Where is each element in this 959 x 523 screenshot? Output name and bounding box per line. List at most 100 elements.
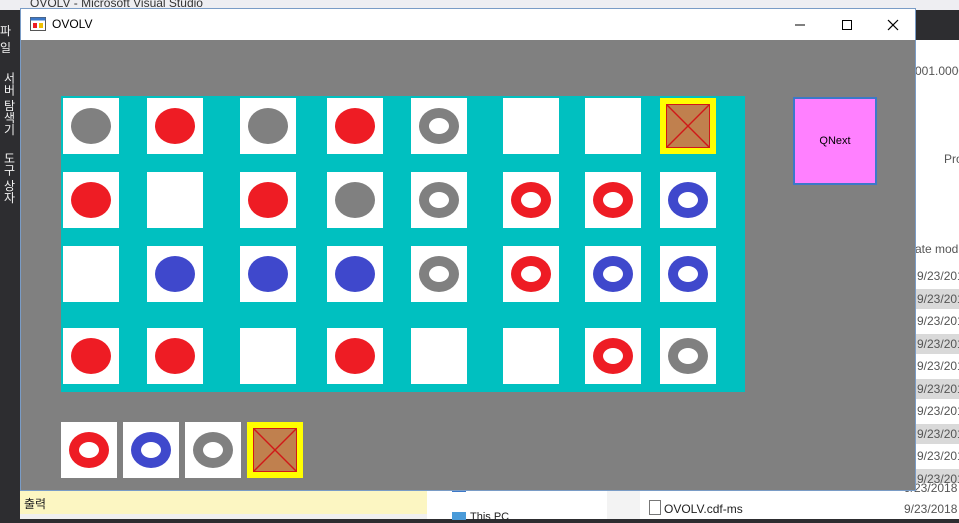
board-cell[interactable] <box>411 328 467 384</box>
tray-cell[interactable] <box>185 422 241 478</box>
maximize-button[interactable] <box>824 9 870 40</box>
board-cell[interactable] <box>411 172 467 228</box>
tray-cell[interactable] <box>247 422 303 478</box>
board-cell[interactable] <box>63 98 119 154</box>
game-board <box>61 96 745 392</box>
board-cell[interactable] <box>327 246 383 302</box>
red-disc-piece <box>155 108 195 144</box>
board-cell[interactable] <box>240 328 296 384</box>
ring-hole <box>429 118 449 134</box>
board-cell[interactable] <box>585 98 641 154</box>
gray-ring-piece <box>419 256 459 292</box>
red-ring-piece <box>511 182 551 218</box>
explorer-date-row[interactable]: 9/23/2018 <box>915 356 959 376</box>
maximize-icon <box>842 20 852 30</box>
qnext-button[interactable]: QNext <box>793 97 877 185</box>
board-cell[interactable] <box>503 172 559 228</box>
blue-ring-piece <box>131 432 171 468</box>
board-cell[interactable] <box>503 98 559 154</box>
board-cell[interactable] <box>147 246 203 302</box>
gray-disc-piece <box>248 108 288 144</box>
red-disc-piece <box>71 182 111 218</box>
board-cell[interactable] <box>503 328 559 384</box>
board-cell[interactable] <box>327 98 383 154</box>
explorer-date-cell: 9/23/2018 <box>917 314 959 328</box>
explorer-date-row[interactable]: 9/23/2018 <box>915 401 959 421</box>
explorer-date-row[interactable]: 9/23/2018 <box>915 378 959 399</box>
gray-ring-piece <box>668 338 708 374</box>
explorer-date-row[interactable]: 9/23/2018 <box>915 423 959 444</box>
ring-hole <box>603 266 623 282</box>
board-cell[interactable] <box>411 246 467 302</box>
red-disc-piece <box>335 108 375 144</box>
red-disc-piece <box>71 338 111 374</box>
board-cell[interactable] <box>660 98 716 154</box>
explorer-date-cell: 9/23/2018 <box>917 269 959 283</box>
blue-ring-piece <box>668 256 708 292</box>
board-cell[interactable] <box>585 172 641 228</box>
explorer-date-cell: 9/23/2018 <box>917 381 959 396</box>
explorer-date-row[interactable]: 9/23/2018 <box>915 266 959 286</box>
ring-hole <box>678 192 698 208</box>
board-cell[interactable] <box>327 172 383 228</box>
explorer-version-text: 001.0000 <box>915 64 959 78</box>
board-cell[interactable] <box>585 246 641 302</box>
tray-cell[interactable] <box>61 422 117 478</box>
ring-hole <box>521 266 541 282</box>
cross-box-icon <box>666 104 710 148</box>
close-button[interactable] <box>870 9 916 40</box>
tray-cell[interactable] <box>123 422 179 478</box>
explorer-date-row[interactable]: 9/23/2018 <box>915 446 959 466</box>
vs-tab-server-explorer[interactable]: 서버 탐색기 <box>2 72 18 135</box>
close-icon <box>887 19 899 31</box>
explorer-date-header[interactable]: ate modi <box>915 242 959 256</box>
red-ring-piece <box>593 182 633 218</box>
vs-output-tab[interactable]: 출력 <box>24 495 46 512</box>
board-cell[interactable] <box>147 172 203 228</box>
minimize-button[interactable] <box>777 9 823 40</box>
explorer-date-cell: 9/23/2018 <box>917 359 959 373</box>
blue-ring-piece <box>593 256 633 292</box>
ring-hole <box>678 266 698 282</box>
blue-disc-piece <box>155 256 195 292</box>
board-cell[interactable] <box>63 246 119 302</box>
board-cell[interactable] <box>147 328 203 384</box>
window-title: OVOLV <box>52 17 93 31</box>
red-disc-piece <box>335 338 375 374</box>
explorer-date-cell: 9/23/2018 <box>917 404 959 418</box>
explorer-date-row[interactable]: 9/23/2018 <box>915 311 959 331</box>
blue-disc-piece <box>335 256 375 292</box>
board-cell[interactable] <box>240 246 296 302</box>
explorer-file-date: 9/23/2018 <box>904 502 958 516</box>
board-cell[interactable] <box>503 246 559 302</box>
blue-disc-piece <box>248 256 288 292</box>
nav-item-this-pc[interactable]: This PC <box>470 511 509 523</box>
board-cell[interactable] <box>147 98 203 154</box>
board-cell[interactable] <box>660 246 716 302</box>
red-disc-piece <box>155 338 195 374</box>
vs-tab-toolbox[interactable]: 도구 상자 <box>2 152 18 203</box>
blue-ring-piece <box>668 182 708 218</box>
ring-hole <box>429 192 449 208</box>
board-cell[interactable] <box>585 328 641 384</box>
explorer-date-cell: 9/23/2018 <box>917 426 959 441</box>
explorer-date-row[interactable]: 9/23/2018 <box>915 333 959 354</box>
board-cell[interactable] <box>63 172 119 228</box>
explorer-date-cell: 9/23/2018 <box>917 449 959 463</box>
file-icon <box>649 500 661 515</box>
board-cell[interactable] <box>240 98 296 154</box>
red-disc-piece <box>248 182 288 218</box>
explorer-file-name: OVOLV.cdf-ms <box>664 502 743 516</box>
explorer-date-row[interactable]: 9/23/2018 <box>915 288 959 309</box>
ring-hole <box>429 266 449 282</box>
window-titlebar[interactable]: OVOLV <box>21 9 915 40</box>
board-cell[interactable] <box>327 328 383 384</box>
app-window-icon <box>30 17 46 31</box>
board-cell[interactable] <box>240 172 296 228</box>
board-cell[interactable] <box>660 172 716 228</box>
board-cell[interactable] <box>63 328 119 384</box>
board-cell[interactable] <box>660 328 716 384</box>
board-cell[interactable] <box>411 98 467 154</box>
vs-menu-file[interactable]: 파일 <box>0 22 20 56</box>
gray-disc-piece <box>335 182 375 218</box>
